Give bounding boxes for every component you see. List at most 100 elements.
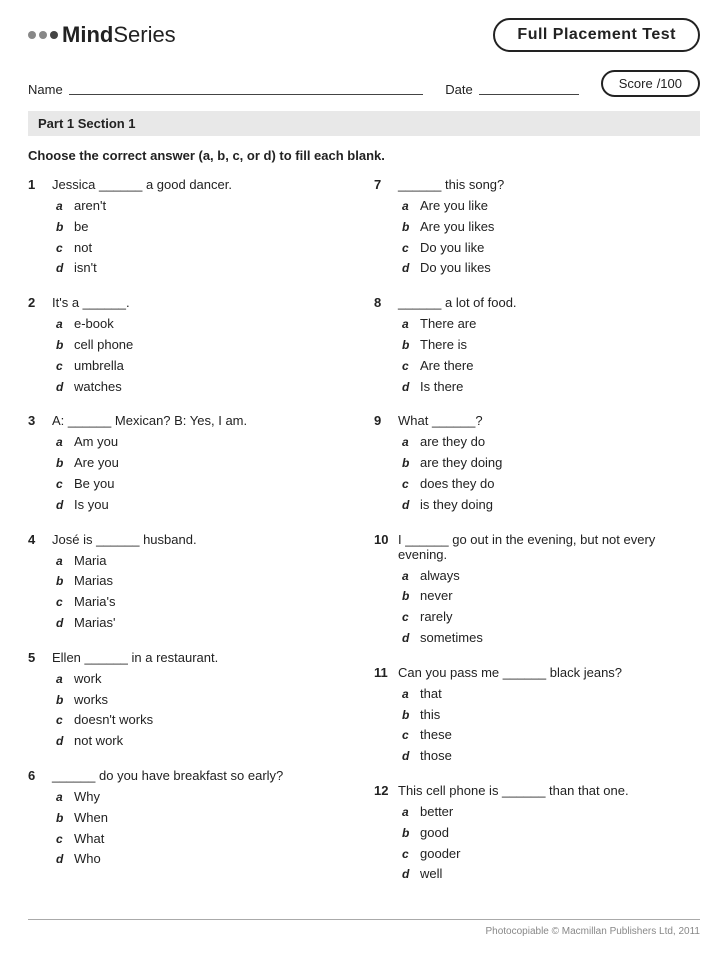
question-number-11: 11	[374, 665, 390, 680]
logo-dot-2	[39, 31, 47, 39]
option-text: be	[74, 217, 88, 238]
option-letter: c	[402, 726, 414, 745]
option-text: well	[420, 864, 442, 885]
question-text-6: ______ do you have breakfast so early?	[52, 768, 283, 783]
options-11: athatbthiscthesedthose	[374, 684, 700, 767]
option-letter: d	[402, 747, 414, 766]
option-4-d: dMarias'	[56, 613, 354, 634]
question-block-8: 8______ a lot of food.aThere arebThere i…	[374, 295, 700, 397]
option-letter: b	[402, 336, 414, 355]
option-text: aren't	[74, 196, 106, 217]
option-12-c: cgooder	[402, 844, 700, 865]
option-6-c: c What	[56, 829, 354, 850]
question-stem-9: 9What ______?	[374, 413, 700, 428]
question-text-10: I ______ go out in the evening, but not …	[398, 532, 700, 562]
option-text: this	[420, 705, 440, 726]
option-9-b: bare they doing	[402, 453, 700, 474]
question-block-12: 12 This cell phone is ______ than that on…	[374, 783, 700, 885]
question-text-2: It's a ______.	[52, 295, 130, 310]
options-4: aMariabMariascMaria'sdMarias'	[28, 551, 354, 634]
score-value: /100	[657, 76, 682, 91]
option-letter: a	[402, 315, 414, 334]
option-9-d: dis they doing	[402, 495, 700, 516]
option-text: gooder	[420, 844, 460, 865]
options-9: aare they dobare they doingcdoes they do…	[374, 432, 700, 515]
option-text: rarely	[420, 607, 453, 628]
question-number-5: 5	[28, 650, 44, 665]
question-text-12: This cell phone is ______ than that one.	[398, 783, 629, 798]
question-stem-5: 5Ellen ______ in a restaurant.	[28, 650, 354, 665]
option-letter: c	[56, 239, 68, 258]
option-text: is they doing	[420, 495, 493, 516]
score-label: Score	[619, 76, 653, 91]
question-block-9: 9What ______?aare they dobare they doing…	[374, 413, 700, 515]
option-letter: a	[56, 197, 68, 216]
option-2-a: ae-book	[56, 314, 354, 335]
option-3-a: aAm you	[56, 432, 354, 453]
logo-dots	[28, 31, 58, 39]
option-letter: a	[56, 670, 68, 689]
option-letter: d	[402, 865, 414, 884]
question-text-8: ______ a lot of food.	[398, 295, 517, 310]
question-text-7: ______ this song?	[398, 177, 504, 192]
option-text: Are you likes	[420, 217, 494, 238]
option-11-a: athat	[402, 684, 700, 705]
date-line	[479, 94, 579, 95]
option-text: Do you like	[420, 238, 484, 259]
question-block-4: 4José is ______ husband.aMariabMariascMa…	[28, 532, 354, 634]
option-text: cell phone	[74, 335, 133, 356]
option-text: always	[420, 566, 460, 587]
question-text-3: A: ______ Mexican? B: Yes, I am.	[52, 413, 247, 428]
logo-dot-1	[28, 31, 36, 39]
option-text: isn't	[74, 258, 97, 279]
option-text: When	[74, 808, 108, 829]
question-stem-12: 12 This cell phone is ______ than that on…	[374, 783, 700, 798]
option-10-d: dsometimes	[402, 628, 700, 649]
option-letter: c	[56, 830, 68, 849]
option-text: these	[420, 725, 452, 746]
option-10-b: bnever	[402, 586, 700, 607]
footer: Photocopiable © Macmillan Publishers Ltd…	[28, 919, 700, 937]
option-letter: a	[402, 433, 414, 452]
option-letter: a	[56, 788, 68, 807]
option-letter: d	[56, 732, 68, 751]
options-10: aalwaysbnevercrarelydsometimes	[374, 566, 700, 649]
option-letter: d	[56, 496, 68, 515]
question-block-1: 1Jessica ______ a good dancer.aaren'tbbe…	[28, 177, 354, 279]
option-letter: b	[56, 218, 68, 237]
option-text: those	[420, 746, 452, 767]
options-6: aWhybWhencWhatdWho	[28, 787, 354, 870]
date-field: Date	[445, 82, 578, 97]
option-12-a: abetter	[402, 802, 700, 823]
option-letter: c	[56, 475, 68, 494]
option-5-b: bworks	[56, 690, 354, 711]
option-letter: c	[56, 357, 68, 376]
option-text: What	[74, 829, 104, 850]
option-text: doesn't works	[74, 710, 153, 731]
question-number-2: 2	[28, 295, 44, 310]
option-11-d: dthose	[402, 746, 700, 767]
option-letter: c	[402, 845, 414, 864]
question-number-7: 7	[374, 177, 390, 192]
question-text-11: Can you pass me ______ black jeans?	[398, 665, 622, 680]
option-5-a: awork	[56, 669, 354, 690]
option-letter: d	[56, 850, 68, 869]
option-letter: d	[402, 259, 414, 278]
option-letter: b	[56, 336, 68, 355]
page-title: Full Placement Test	[493, 18, 700, 52]
option-11-b: bthis	[402, 705, 700, 726]
option-1-b: bbe	[56, 217, 354, 238]
option-4-c: cMaria's	[56, 592, 354, 613]
question-block-6: 6______ do you have breakfast so early?a…	[28, 768, 354, 870]
option-text: sometimes	[420, 628, 483, 649]
question-stem-10: 10I ______ go out in the evening, but no…	[374, 532, 700, 562]
option-2-d: dwatches	[56, 377, 354, 398]
meta-row: Name Date Score /100	[28, 70, 700, 97]
question-text-9: What ______?	[398, 413, 483, 428]
logo-dot-3	[50, 31, 58, 39]
page: Mind Series Full Placement Test Name Dat…	[0, 0, 728, 955]
question-number-12: 12	[374, 783, 390, 798]
option-letter: a	[56, 552, 68, 571]
option-text: Marias'	[74, 613, 116, 634]
option-text: work	[74, 669, 101, 690]
